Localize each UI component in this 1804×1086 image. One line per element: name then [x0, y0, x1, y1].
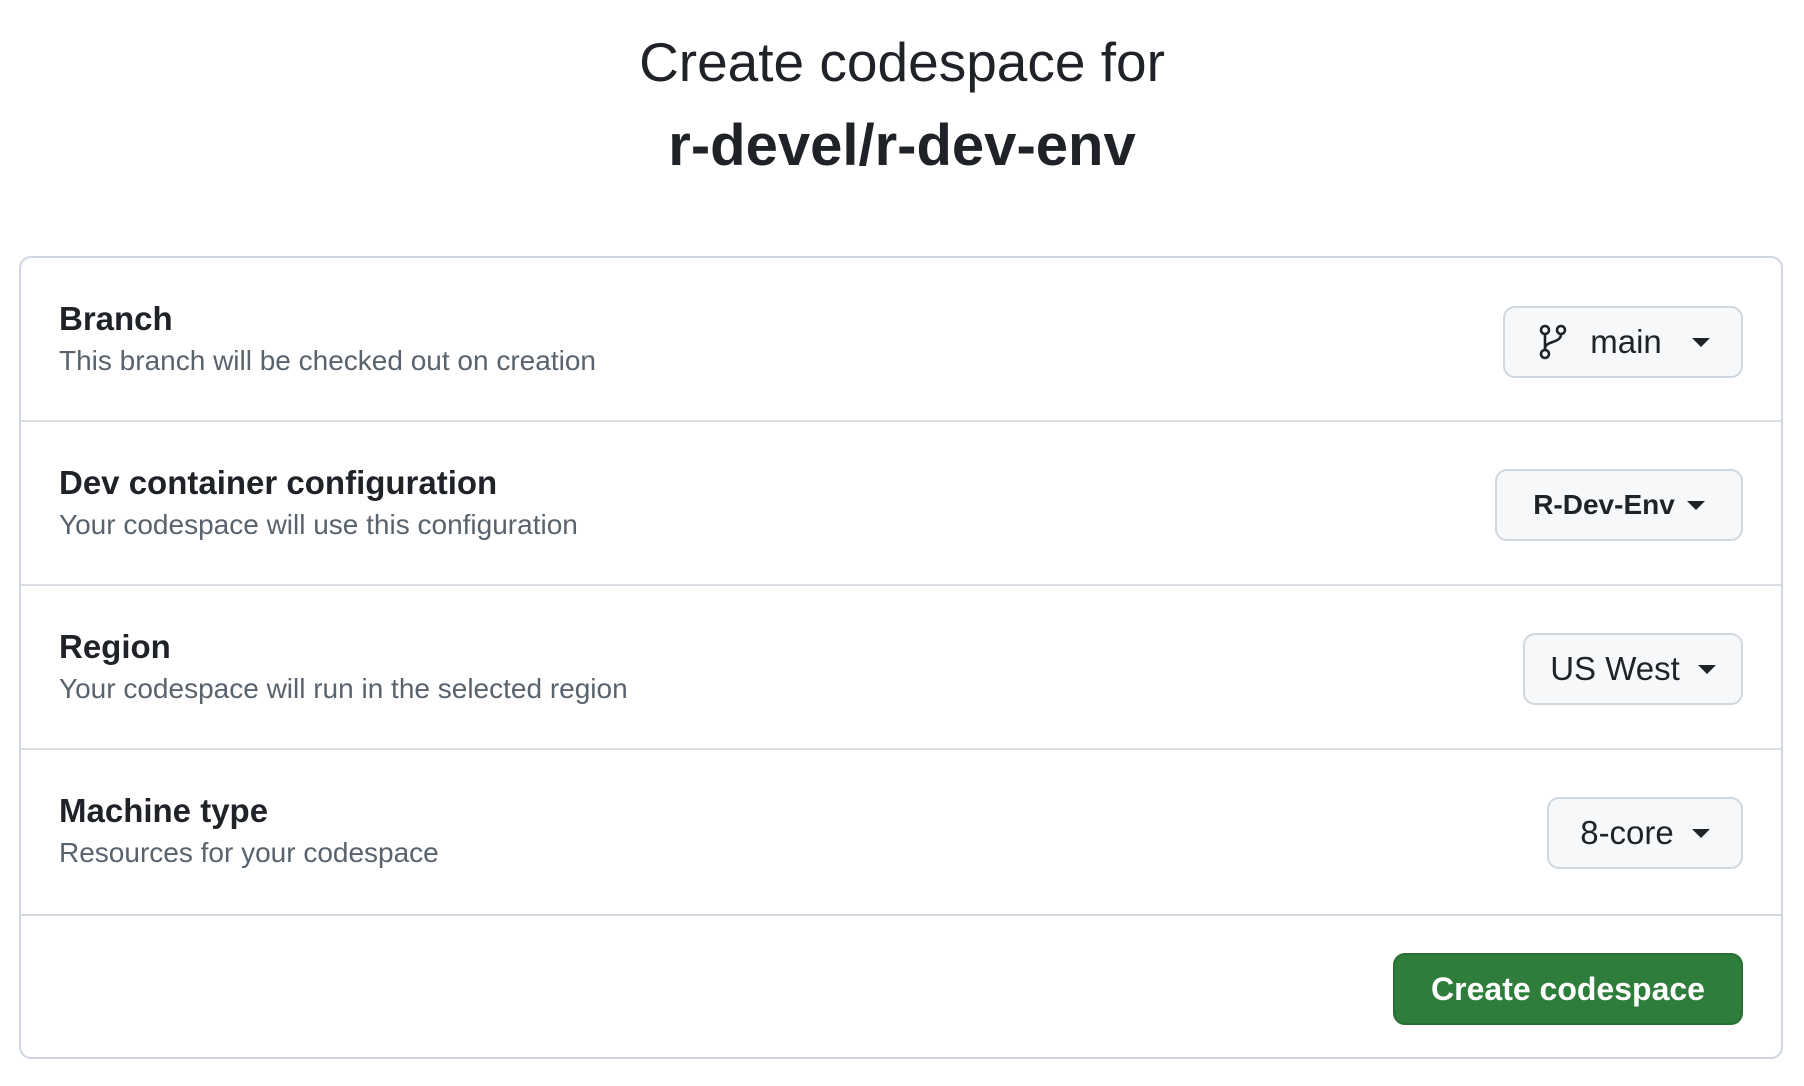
machine-type-value: 8-core	[1580, 814, 1674, 851]
dev-container-dropdown[interactable]: R-Dev-Env	[1495, 469, 1743, 541]
repository-name: r-devel/r-dev-env	[668, 113, 1136, 178]
branch-value: main	[1590, 323, 1662, 360]
branch-description: This branch will be checked out on creat…	[59, 345, 596, 376]
region-row: Region Your codespace will run in the se…	[21, 586, 1781, 750]
branch-row: Branch This branch will be checked out o…	[21, 258, 1781, 422]
dev-container-description: Your codespace will use this configurati…	[59, 509, 578, 540]
region-description: Your codespace will run in the selected …	[59, 673, 628, 704]
chevron-down-icon	[1697, 664, 1716, 674]
chevron-down-icon	[1691, 337, 1710, 347]
machine-type-description: Resources for your codespace	[59, 837, 439, 868]
branch-label: Branch	[59, 300, 173, 337]
region-dropdown[interactable]: US West	[1523, 633, 1743, 705]
git-branch-icon	[1536, 322, 1570, 362]
chevron-down-icon	[1686, 500, 1705, 510]
card-footer: Create codespace	[21, 914, 1781, 1057]
machine-type-row: Machine type Resources for your codespac…	[21, 750, 1781, 914]
create-codespace-button[interactable]: Create codespace	[1393, 953, 1743, 1025]
region-label: Region	[59, 628, 171, 665]
dev-container-row: Dev container configuration Your codespa…	[21, 422, 1781, 586]
chevron-down-icon	[1691, 828, 1710, 838]
region-value: US West	[1550, 650, 1680, 687]
branch-dropdown[interactable]: main	[1503, 306, 1743, 378]
page-title: Create codespace for	[639, 31, 1165, 93]
dev-container-label: Dev container configuration	[59, 464, 498, 501]
dev-container-value: R-Dev-Env	[1533, 489, 1675, 520]
machine-type-label: Machine type	[59, 792, 269, 829]
machine-type-dropdown[interactable]: 8-core	[1547, 797, 1743, 869]
codespace-settings-card: Branch This branch will be checked out o…	[19, 256, 1783, 1059]
